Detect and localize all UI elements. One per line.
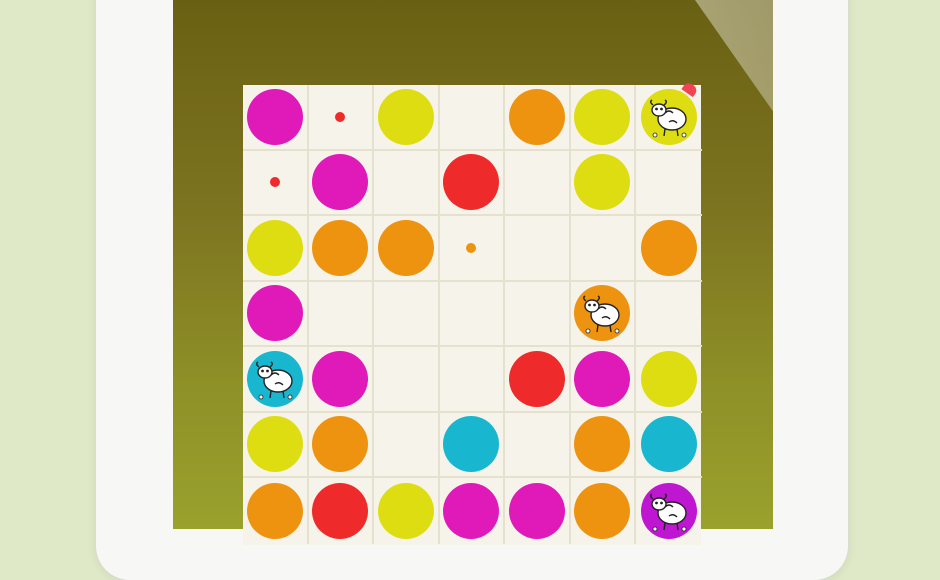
board-cell-r5-c0[interactable] <box>243 412 309 478</box>
board-cell-r4-c6[interactable] <box>636 347 702 413</box>
board-cell-r0-c4[interactable] <box>505 85 571 151</box>
sheep-icon <box>255 361 293 400</box>
board-cell-r1-c5[interactable] <box>570 150 636 216</box>
board-cell-r0-c1[interactable] <box>308 85 374 151</box>
board-cell-r6-c4[interactable] <box>505 478 571 544</box>
ball-pink[interactable] <box>246 285 303 342</box>
board-cell-r2-c5[interactable] <box>570 216 636 282</box>
board-cell-r6-c2[interactable] <box>374 478 440 544</box>
board-cell-r4-c3[interactable] <box>439 347 505 413</box>
board-cell-r4-c4[interactable] <box>505 347 571 413</box>
ball-pink[interactable] <box>574 350 631 407</box>
ball-yellow[interactable] <box>246 416 303 473</box>
ball-red[interactable] <box>312 482 369 539</box>
board-cell-r5-c2[interactable] <box>374 412 440 478</box>
ball-orange[interactable] <box>312 416 369 473</box>
board-cell-r1-c3[interactable] <box>439 150 505 216</box>
ball-orange[interactable] <box>574 482 631 539</box>
ball-orange[interactable] <box>508 88 565 145</box>
ball-red[interactable] <box>508 350 565 407</box>
ball-orange[interactable] <box>574 416 631 473</box>
ball-pink[interactable] <box>443 482 500 539</box>
ball-orange[interactable] <box>312 219 369 276</box>
board-cell-r4-c0[interactable] <box>243 347 309 413</box>
next-ball-dot-orange <box>466 242 477 253</box>
board-cell-r0-c0[interactable] <box>243 85 309 151</box>
board-cell-r3-c3[interactable] <box>439 281 505 347</box>
ball-yellow[interactable] <box>377 88 434 145</box>
next-ball-dot-red <box>269 177 280 188</box>
board-cell-r1-c1[interactable] <box>308 150 374 216</box>
board-cell-r4-c5[interactable] <box>570 347 636 413</box>
sheep-ball-orange[interactable] <box>574 285 631 342</box>
board-cell-r3-c2[interactable] <box>374 281 440 347</box>
board-cell-r6-c6[interactable] <box>636 478 702 544</box>
ball-yellow[interactable] <box>377 482 434 539</box>
ball-yellow[interactable] <box>574 154 631 211</box>
ball-pink[interactable] <box>312 350 369 407</box>
board-cell-r6-c5[interactable] <box>571 478 636 544</box>
board-cell-r0-c3[interactable] <box>439 85 505 151</box>
board-cell-r3-c0[interactable] <box>243 281 309 347</box>
ball-pink[interactable] <box>312 154 369 211</box>
sheep-ball-yellow[interactable] <box>640 88 697 145</box>
board-cell-r3-c6[interactable] <box>636 282 702 347</box>
board-cell-r0-c2[interactable] <box>374 85 440 151</box>
sheep-icon <box>649 99 687 138</box>
board-cell-r1-c4[interactable] <box>505 150 571 216</box>
ball-cyan[interactable] <box>640 416 697 473</box>
board-cell-r5-c1[interactable] <box>308 412 374 478</box>
board-cell-r5-c5[interactable] <box>570 412 636 478</box>
board-cell-r0-c5[interactable] <box>570 85 636 151</box>
sheep-ball-purple[interactable] <box>640 482 697 539</box>
board-cell-r6-c1[interactable] <box>309 478 374 544</box>
board-cell-r4-c1[interactable] <box>308 347 374 413</box>
board-cell-r3-c4[interactable] <box>505 281 571 347</box>
sheep-icon <box>583 295 620 334</box>
board-cell-r2-c4[interactable] <box>505 216 571 282</box>
board-cell-r6-c0[interactable] <box>243 478 309 544</box>
game-board <box>243 85 702 545</box>
board-cell-r1-c6[interactable] <box>636 151 702 216</box>
ball-orange[interactable] <box>246 482 303 539</box>
ball-pink[interactable] <box>508 482 565 539</box>
board-cell-r2-c3[interactable] <box>439 216 505 282</box>
next-ball-dot-red <box>335 111 346 122</box>
board-cell-r5-c4[interactable] <box>505 412 571 478</box>
board-cell-r5-c3[interactable] <box>439 412 505 478</box>
board-cell-r3-c1[interactable] <box>308 281 374 347</box>
ball-pink[interactable] <box>246 88 303 145</box>
ball-red[interactable] <box>443 154 500 211</box>
ball-yellow[interactable] <box>640 350 697 407</box>
ball-cyan[interactable] <box>443 416 500 473</box>
board-cell-r1-c2[interactable] <box>374 150 440 216</box>
board-cell-r1-c0[interactable] <box>243 150 309 216</box>
ball-yellow[interactable] <box>246 219 303 276</box>
board-cell-r3-c5[interactable] <box>570 281 636 347</box>
board-cell-r5-c6[interactable] <box>636 413 702 478</box>
ball-orange[interactable] <box>377 219 434 276</box>
board-cell-r2-c0[interactable] <box>243 216 309 282</box>
board-cell-r6-c3[interactable] <box>440 478 505 544</box>
ball-orange[interactable] <box>640 219 697 276</box>
ball-yellow[interactable] <box>574 88 631 145</box>
board-cell-r4-c2[interactable] <box>374 347 440 413</box>
board-cell-r2-c2[interactable] <box>374 216 440 282</box>
sheep-ball-cyan[interactable] <box>246 350 303 407</box>
board-cell-r2-c6[interactable] <box>636 216 702 282</box>
board-cell-r2-c1[interactable] <box>308 216 374 282</box>
